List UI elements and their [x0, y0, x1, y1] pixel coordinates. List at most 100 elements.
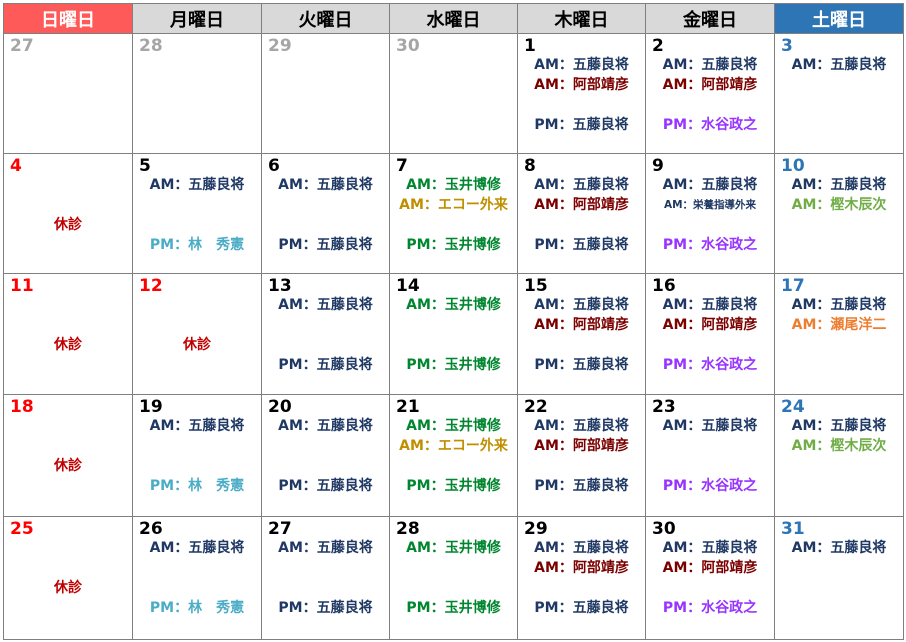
weekday-header-saturday: 土曜日: [774, 3, 904, 34]
day-number: 14: [396, 276, 420, 296]
weekday-header-wednesday: 水曜日: [389, 3, 518, 34]
doctor-schedule-entry: AM：五藤良将: [534, 57, 629, 73]
doctor-schedule-entry: PM：玉井博修: [406, 478, 501, 494]
day-cell: 6 AM：五藤良将 PM：五藤良将: [261, 153, 390, 274]
day-number: 28: [396, 519, 420, 539]
day-cell: 31 AM：五藤良将: [774, 516, 904, 640]
day-number: 6: [268, 156, 280, 176]
day-cell: 16 AM：五藤良将 AM：阿部靖彦 PM：水谷政之: [645, 273, 775, 395]
doctor-schedule-entry: AM：阿部靖彦: [534, 560, 629, 576]
day-cell: 27 AM：五藤良将 PM：五藤良将: [261, 516, 390, 640]
doctor-schedule-entry: AM：五藤良将: [791, 177, 887, 193]
doctor-schedule-entry: PM：水谷政之: [662, 357, 758, 373]
day-cell: 26 AM：五藤良将 PM：林 秀憲: [132, 516, 262, 640]
day-cell: 11 休診: [3, 273, 133, 395]
weekday-header-tuesday: 火曜日: [261, 3, 390, 34]
doctor-schedule-entry: PM：五藤良将: [278, 478, 373, 494]
day-number: 20: [268, 397, 292, 417]
day-number: 2: [652, 36, 664, 56]
weekday-header-thursday: 木曜日: [517, 3, 646, 34]
doctor-schedule-entry: PM：水谷政之: [662, 600, 758, 616]
doctor-schedule-entry: AM：五藤良将: [534, 297, 629, 313]
doctor-schedule-entry: AM：五藤良将: [662, 177, 758, 193]
day-number: 25: [10, 519, 34, 539]
day-number: 8: [524, 156, 536, 176]
doctor-schedule-entry: AM：五藤良将: [149, 418, 245, 434]
doctor-schedule-entry: AM：阿部靖彦: [662, 560, 758, 576]
weekday-header-sunday: 日曜日: [3, 3, 133, 34]
day-cell: 5 AM：五藤良将 PM：林 秀憲: [132, 153, 262, 274]
doctor-schedule-entry: AM：玉井博修: [406, 418, 501, 434]
doctor-schedule-entry: AM：五藤良将: [791, 418, 887, 434]
day-number: 31: [781, 519, 805, 539]
day-number: 7: [396, 156, 408, 176]
day-cell: 27: [3, 33, 133, 154]
day-number: 23: [652, 397, 676, 417]
day-cell: 7 AM：玉井博修 AM：エコー外来 PM：玉井博修: [389, 153, 518, 274]
day-cell: 29: [261, 33, 390, 154]
day-number: 19: [139, 397, 163, 417]
doctor-schedule-entry: AM：阿部靖彦: [534, 317, 629, 333]
doctor-schedule-entry: AM：エコー外来: [399, 197, 508, 213]
day-cell: 14 AM：玉井博修 PM：玉井博修: [389, 273, 518, 395]
doctor-schedule-entry: AM：五藤良将: [534, 540, 629, 556]
day-cell: 21 AM：玉井博修 AM：エコー外来 PM：玉井博修: [389, 394, 518, 517]
doctor-schedule-entry: AM：五藤良将: [662, 57, 758, 73]
doctor-schedule-entry: PM：五藤良将: [534, 478, 629, 494]
doctor-schedule-entry: PM：水谷政之: [662, 117, 758, 133]
doctor-schedule-entry: AM：五藤良将: [791, 540, 887, 556]
day-number: 10: [781, 156, 805, 176]
day-number: 27: [268, 519, 292, 539]
day-number: 22: [524, 397, 548, 417]
day-number: 11: [10, 276, 34, 296]
clinic-schedule-calendar: 日曜日 月曜日 火曜日 水曜日 木曜日 金曜日 土曜日 27 28 29 30 1 AM：五藤良将 AM…: [3, 3, 904, 640]
doctor-schedule-entry: PM：五藤良将: [278, 600, 373, 616]
day-number: 16: [652, 276, 676, 296]
day-cell: 8 AM：五藤良将 AM：阿部靖彦 PM：五藤良将: [517, 153, 646, 274]
doctor-schedule-entry: AM：五藤良将: [662, 418, 758, 434]
closed-label: 休診: [54, 458, 82, 474]
day-number: 30: [396, 36, 420, 56]
day-cell: 25 休診: [3, 516, 133, 640]
day-number: 21: [396, 397, 420, 417]
day-number: 30: [652, 519, 676, 539]
doctor-schedule-entry: AM：阿部靖彦: [534, 438, 629, 454]
day-cell: 20 AM：五藤良将 PM：五藤良将: [261, 394, 390, 517]
closed-label: 休診: [183, 337, 211, 353]
day-number: 13: [268, 276, 292, 296]
doctor-schedule-entry: AM：五藤良将: [534, 418, 629, 434]
doctor-schedule-entry: AM：五藤良将: [278, 297, 373, 313]
doctor-schedule-entry: AM：五藤良将: [278, 540, 373, 556]
doctor-schedule-entry: PM：水谷政之: [662, 237, 758, 253]
doctor-schedule-entry: PM：五藤良将: [534, 117, 629, 133]
doctor-schedule-entry: AM：阿部靖彦: [534, 77, 629, 93]
weekday-header-monday: 月曜日: [132, 3, 262, 34]
day-number: 5: [139, 156, 151, 176]
doctor-schedule-entry: PM：水谷政之: [662, 478, 758, 494]
day-number: 29: [524, 519, 548, 539]
doctor-schedule-entry: AM：栄養指導外来: [663, 199, 757, 211]
doctor-schedule-entry: PM：玉井博修: [406, 237, 501, 253]
doctor-schedule-entry: AM：五藤良将: [149, 540, 245, 556]
doctor-schedule-entry: AM：五藤良将: [278, 418, 373, 434]
doctor-schedule-entry: AM：玉井博修: [406, 177, 501, 193]
doctor-schedule-entry: AM：阿部靖彦: [662, 317, 758, 333]
day-number: 4: [10, 156, 22, 176]
doctor-schedule-entry: PM：林 秀憲: [149, 600, 245, 616]
doctor-schedule-entry: AM：瀬尾洋二: [791, 317, 887, 333]
doctor-schedule-entry: AM：樫木辰次: [791, 197, 887, 213]
day-cell: 22 AM：五藤良将 AM：阿部靖彦 PM：五藤良将: [517, 394, 646, 517]
day-cell: 15 AM：五藤良将 AM：阿部靖彦 PM：五藤良将: [517, 273, 646, 395]
doctor-schedule-entry: PM：五藤良将: [278, 357, 373, 373]
day-number: 29: [268, 36, 292, 56]
day-cell: 18 休診: [3, 394, 133, 517]
doctor-schedule-entry: AM：五藤良将: [662, 297, 758, 313]
doctor-schedule-entry: AM：玉井博修: [406, 540, 501, 556]
doctor-schedule-entry: AM：五藤良将: [791, 57, 887, 73]
closed-label: 休診: [54, 337, 82, 353]
doctor-schedule-entry: PM：五藤良将: [534, 357, 629, 373]
doctor-schedule-entry: AM：阿部靖彦: [534, 197, 629, 213]
doctor-schedule-entry: PM：林 秀憲: [149, 478, 245, 494]
day-cell: 13 AM：五藤良将 PM：五藤良将: [261, 273, 390, 395]
doctor-schedule-entry: AM：五藤良将: [791, 297, 887, 313]
